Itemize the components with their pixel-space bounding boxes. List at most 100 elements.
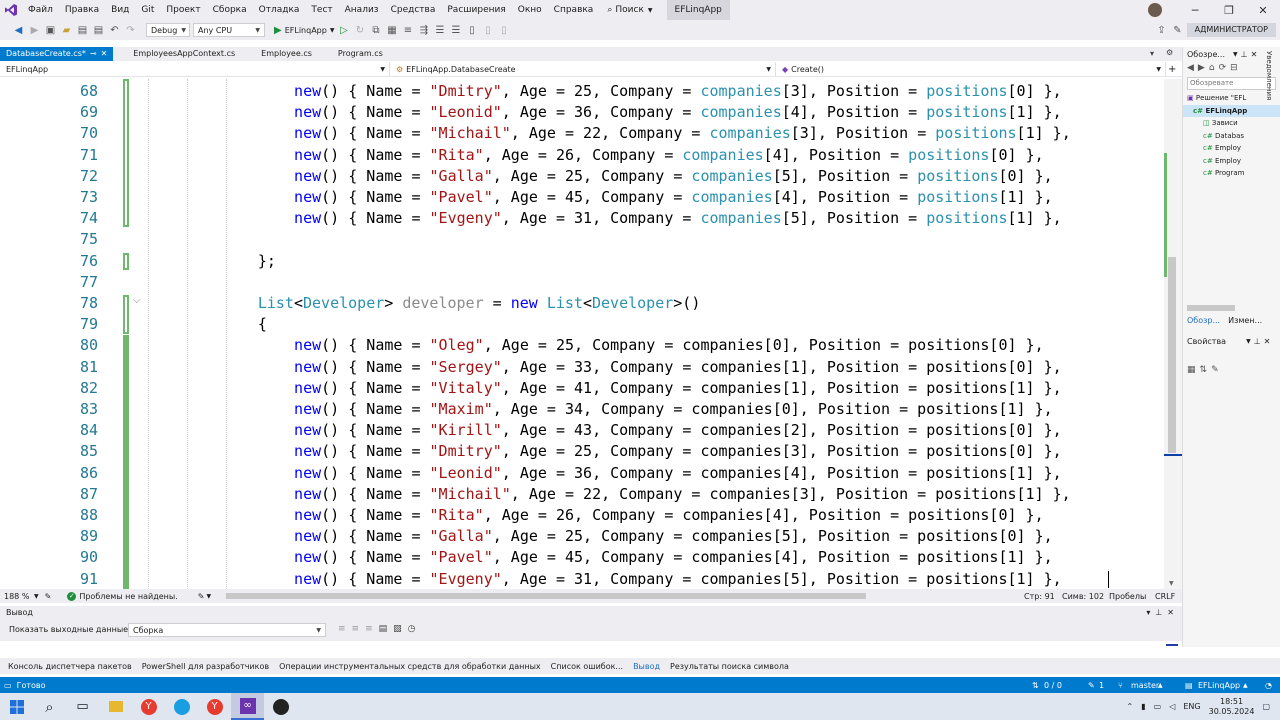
menu-item[interactable]: Средства [385, 0, 442, 20]
menu-item[interactable]: Справка [548, 0, 600, 20]
format-icon[interactable]: ⇶ [417, 24, 430, 37]
code-line[interactable]: { [258, 314, 267, 335]
bookmark-prev-icon[interactable]: ▯ [481, 24, 494, 37]
visual-studio-taskbar-icon[interactable]: ∞ [231, 693, 264, 720]
undo-icon[interactable]: ↶ [108, 24, 121, 37]
solution-hscroll[interactable] [1187, 305, 1235, 311]
yandex-icon[interactable]: Y [198, 693, 231, 720]
chevron-down-icon[interactable]: ▼ [1246, 338, 1251, 345]
code-line[interactable]: List<Developer> developer = new List<Dev… [258, 293, 701, 314]
network-icon[interactable]: ▭ [1154, 702, 1162, 711]
code-line[interactable]: new() { Name = "Michail", Age = 22, Comp… [294, 123, 1071, 144]
code-line[interactable]: new() { Name = "Pavel", Age = 45, Compan… [294, 547, 1053, 568]
tab-document[interactable]: Employee.cs [255, 47, 318, 61]
hot-reload-icon[interactable]: ↻ [353, 24, 366, 37]
redo-icon[interactable]: ↷ [124, 24, 137, 37]
code-line[interactable]: }; [258, 251, 276, 272]
chevron-down-icon[interactable]: ▼ [1233, 51, 1238, 58]
obs-icon[interactable] [264, 693, 297, 720]
code-line[interactable]: new() { Name = "Evgeny", Age = 31, Compa… [294, 569, 1062, 589]
code-line[interactable]: new() { Name = "Oleg", Age = 25, Company… [294, 335, 1044, 356]
problems-status[interactable]: Проблемы не найдены. [79, 592, 177, 601]
bottom-tab[interactable]: PowerShell для разработчиков [142, 662, 269, 671]
pin-icon[interactable]: ⊥ [1241, 50, 1248, 59]
whitespace-mode[interactable]: Пробелы [1109, 592, 1146, 601]
start-without-debug-icon[interactable]: ▷ [337, 24, 350, 37]
menu-search[interactable]: ⌕ Поиск ▼ [599, 5, 660, 15]
split-icon[interactable]: + [1168, 64, 1176, 75]
code-line[interactable]: new() { Name = "Pavel", Age = 45, Compan… [294, 187, 1053, 208]
next-icon[interactable]: ≡ [365, 624, 373, 634]
save-icon[interactable]: ▤ [76, 24, 89, 37]
bottom-tab[interactable]: Список ошибок... [551, 662, 623, 671]
class-nav-select[interactable]: ⚙ EFLinqApp.DatabaseCreate ▼ [390, 62, 776, 76]
pin-icon[interactable]: ⊸ [90, 47, 97, 61]
horizontal-scrollbar-thumb[interactable] [226, 593, 866, 599]
status-changes[interactable]: 1 [1099, 681, 1104, 690]
maximize-icon[interactable]: ❐ [1212, 4, 1246, 17]
bottom-tab[interactable]: Вывод [633, 662, 660, 671]
zoom-level[interactable]: 188 % [4, 592, 34, 601]
code-line[interactable]: new() { Name = "Dmitry", Age = 25, Compa… [294, 441, 1062, 462]
bottom-tab[interactable]: Результаты поиска символа [670, 662, 789, 671]
forward-icon[interactable]: ▶ [1198, 63, 1205, 73]
code-line[interactable]: new() { Name = "Michail", Age = 22, Comp… [294, 484, 1071, 505]
new-project-icon[interactable]: ▣ [44, 24, 57, 37]
yandex-browser-icon[interactable]: Y [132, 693, 165, 720]
line-ending[interactable]: CRLF [1155, 592, 1175, 601]
code-line[interactable]: new() { Name = "Dmitry", Age = 25, Compa… [294, 81, 1062, 102]
cursor-line[interactable]: Стр: 91 [1024, 592, 1055, 601]
windows-start-icon[interactable] [0, 693, 33, 720]
notifications-label[interactable]: Уведомления [1265, 51, 1273, 100]
back-icon[interactable]: ◀ [12, 24, 25, 37]
platform-select[interactable]: Any CPU ▼ [193, 23, 265, 37]
tab-document[interactable]: EmployeesAppContext.cs [127, 47, 241, 61]
clear-all-icon[interactable]: ▤ [379, 624, 388, 634]
menu-item[interactable]: Отладка [253, 0, 306, 20]
clock-icon[interactable]: ◷ [408, 624, 416, 634]
edge-icon[interactable] [165, 693, 198, 720]
prev-icon[interactable]: ≡ [352, 624, 360, 634]
bottom-tab[interactable]: Консоль диспетчера пакетов [8, 662, 132, 671]
collapse-icon[interactable]: ⌵ [133, 295, 141, 306]
menu-item[interactable]: Проект [160, 0, 206, 20]
back-icon[interactable]: ◀ [1187, 63, 1194, 73]
menu-item[interactable]: Правка [59, 0, 105, 20]
code-editor[interactable]: 68 new() { Name = "Dmitry", Age = 25, Com… [0, 79, 1164, 589]
settings-icon[interactable]: ⚙ [1166, 48, 1173, 57]
code-line[interactable]: new() { Name = "Galla", Age = 25, Compan… [294, 526, 1053, 547]
home-icon[interactable]: ⌂ [1209, 63, 1215, 73]
notifications-icon[interactable]: ▢ [1262, 702, 1270, 711]
close-icon[interactable]: ✕ [1167, 608, 1174, 617]
bookmark-next-icon[interactable]: ▯ [497, 24, 510, 37]
tab-dropdown-icon[interactable]: ▾ [1150, 49, 1154, 58]
code-line[interactable]: new() { Name = "Maxim", Age = 34, Compan… [294, 399, 1053, 420]
code-line[interactable]: new() { Name = "Rita", Age = 26, Company… [294, 505, 1044, 526]
word-wrap-icon[interactable]: ▧ [393, 624, 402, 634]
comment-icon[interactable]: ☰ [433, 24, 446, 37]
code-line[interactable]: new() { Name = "Leonid", Age = 36, Compa… [294, 102, 1062, 123]
cursor-column[interactable]: Симв: 102 [1062, 592, 1104, 601]
run-button[interactable]: ▶ EFLinqApp ▼ [274, 25, 334, 36]
close-icon[interactable]: ✕ [1251, 50, 1258, 59]
code-line[interactable]: new() { Name = "Rita", Age = 26, Company… [294, 145, 1044, 166]
status-branch[interactable]: master [1131, 681, 1159, 690]
property-pages-icon[interactable]: ✎ [1211, 365, 1219, 375]
bookmark-icon[interactable]: ▯ [465, 24, 478, 37]
forward-icon[interactable]: ▶ [28, 24, 41, 37]
menu-item[interactable]: Анализ [339, 0, 385, 20]
collapse-icon[interactable]: ⊟ [1230, 63, 1238, 73]
align-icon[interactable]: ≡ [401, 24, 414, 37]
brush-icon[interactable]: ✎ [198, 592, 205, 601]
language-indicator[interactable]: ENG [1183, 702, 1200, 711]
microphone-icon[interactable]: ▮ [1141, 702, 1145, 711]
vertical-scrollbar[interactable]: ▼ [1164, 79, 1182, 589]
menu-item[interactable]: Вид [105, 0, 135, 20]
open-icon[interactable]: ▰ [60, 24, 73, 37]
file-explorer-icon[interactable] [99, 693, 132, 720]
notifications-strip[interactable]: Уведомления [1258, 47, 1280, 367]
code-line[interactable]: new() { Name = "Leonid", Age = 36, Compa… [294, 463, 1062, 484]
menu-item[interactable]: Тест [305, 0, 338, 20]
scrollbar-thumb[interactable] [1168, 257, 1176, 453]
code-line[interactable]: new() { Name = "Kirill", Age = 43, Compa… [294, 420, 1062, 441]
